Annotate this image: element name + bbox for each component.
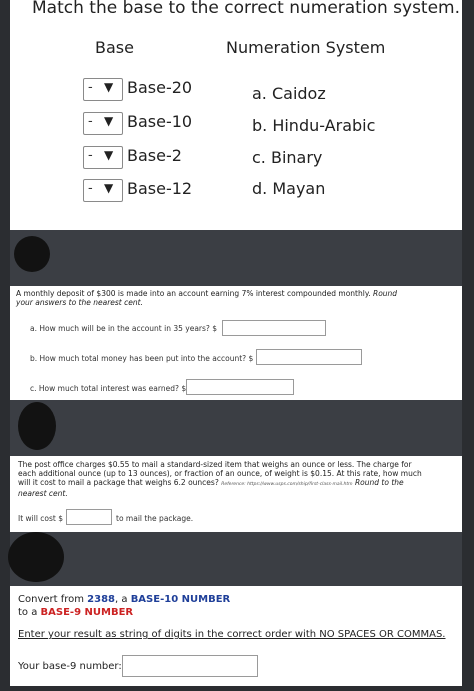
chevron-down-icon: ▼ (104, 181, 114, 195)
base-conversion-panel: Convert from 2388, a BASE-10 NUMBER to a… (10, 586, 462, 686)
base-2-select[interactable]: - ▼ (83, 146, 123, 169)
cost-input[interactable] (66, 509, 112, 525)
base9-answer-input[interactable] (122, 655, 258, 677)
select-value: - (88, 148, 93, 163)
system-option: a. Caidoz (252, 84, 326, 103)
chevron-down-icon: ▼ (104, 114, 114, 128)
target-base: BASE-9 NUMBER (40, 607, 134, 618)
answer-c-input[interactable] (186, 379, 294, 395)
base-label: Base-12 (127, 179, 193, 198)
chevron-down-icon: ▼ (104, 148, 114, 162)
base-label: Base-20 (127, 78, 193, 97)
question-b-label: b. How much total money has been put int… (30, 354, 254, 363)
cost-prefix-label: It will cost $ (18, 514, 64, 523)
system-option: c. Binary (252, 148, 323, 167)
select-value: - (88, 181, 93, 196)
answer-label: Your base-9 number: (18, 661, 122, 672)
base-12-select[interactable]: - ▼ (83, 179, 123, 202)
select-value: - (88, 114, 93, 129)
base-label: Base-2 (127, 146, 182, 165)
system-option: b. Hindu-Arabic (252, 116, 376, 135)
annuity-question-panel: A monthly deposit of $300 is made into a… (10, 286, 462, 400)
select-value: - (88, 80, 93, 95)
source-base: BASE-10 NUMBER (130, 594, 231, 605)
source-number: 2388 (87, 594, 116, 605)
cost-suffix-label: to mail the package. (116, 514, 194, 523)
redaction-scribble-3 (8, 532, 64, 582)
instruction-text: Enter your result as string of digits in… (18, 629, 446, 640)
separator-2 (10, 400, 462, 456)
separator-3 (10, 532, 462, 586)
reference-link[interactable]: Reference: https://www.usps.com/ship/fir… (221, 482, 352, 487)
separator-1 (10, 230, 462, 286)
question-text: A monthly deposit of $300 is made into a… (16, 289, 416, 307)
base-20-select[interactable]: - ▼ (83, 78, 123, 101)
column-header-base: Base (95, 38, 134, 57)
question-body: A monthly deposit of $300 is made into a… (16, 289, 371, 298)
convert-line-2: to a BASE-9 NUMBER (18, 607, 133, 618)
match-base-panel: Match the base to the correct numeration… (10, 0, 462, 230)
column-header-system: Numeration System (226, 38, 386, 57)
panel-title: Match the base to the correct numeration… (32, 0, 461, 18)
redaction-scribble-2 (18, 402, 56, 450)
text: to a (18, 607, 41, 618)
text: , a (115, 594, 131, 605)
convert-line-1: Convert from 2388, a BASE-10 NUMBER (18, 594, 230, 605)
answer-a-input[interactable] (222, 320, 326, 336)
base-label: Base-10 (127, 112, 193, 131)
chevron-down-icon: ▼ (104, 80, 114, 94)
system-option: d. Mayan (252, 179, 326, 198)
answer-b-input[interactable] (256, 349, 362, 365)
redaction-scribble-1 (14, 236, 50, 272)
base-10-select[interactable]: - ▼ (83, 112, 123, 135)
text: Convert from (18, 594, 88, 605)
postage-question-panel: The post office charges $0.55 to mail a … (10, 456, 462, 532)
question-text: The post office charges $0.55 to mail a … (18, 460, 428, 498)
question-c-label: c. How much total interest was earned? $ (30, 384, 187, 393)
question-a-label: a. How much will be in the account in 35… (30, 324, 218, 333)
